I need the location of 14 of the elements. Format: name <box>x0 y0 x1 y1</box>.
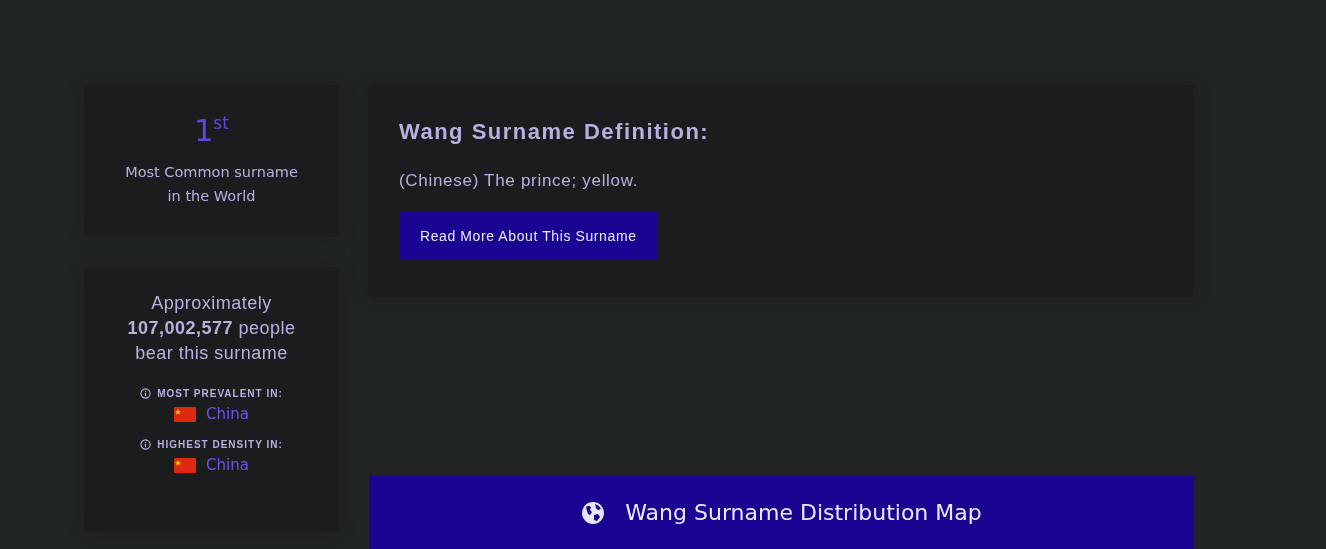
flag-icon <box>174 457 197 473</box>
fact-label: MOST PREVALENT IN: <box>157 388 283 399</box>
rank-number: 1$^{st}$ <box>194 115 229 146</box>
info-icon <box>140 388 152 399</box>
read-more-button[interactable]: Read More About This Surname <box>399 211 658 260</box>
definition-title: Wang Surname Definition: <box>399 119 711 145</box>
population-text: Approximately 107,002,577 people bear this surname <box>126 292 297 365</box>
definition-text: (Chinese) The prince; yellow. <box>399 171 640 191</box>
fact-label: HIGHEST DENSITY IN: <box>157 439 283 450</box>
distribution-map-button[interactable]: Wang Surname Distribution Map <box>369 476 1194 549</box>
globe-icon <box>581 500 606 525</box>
rank-caption: Most Common surname in the World <box>124 163 299 206</box>
info-icon <box>140 439 152 450</box>
flag-icon <box>174 406 197 422</box>
